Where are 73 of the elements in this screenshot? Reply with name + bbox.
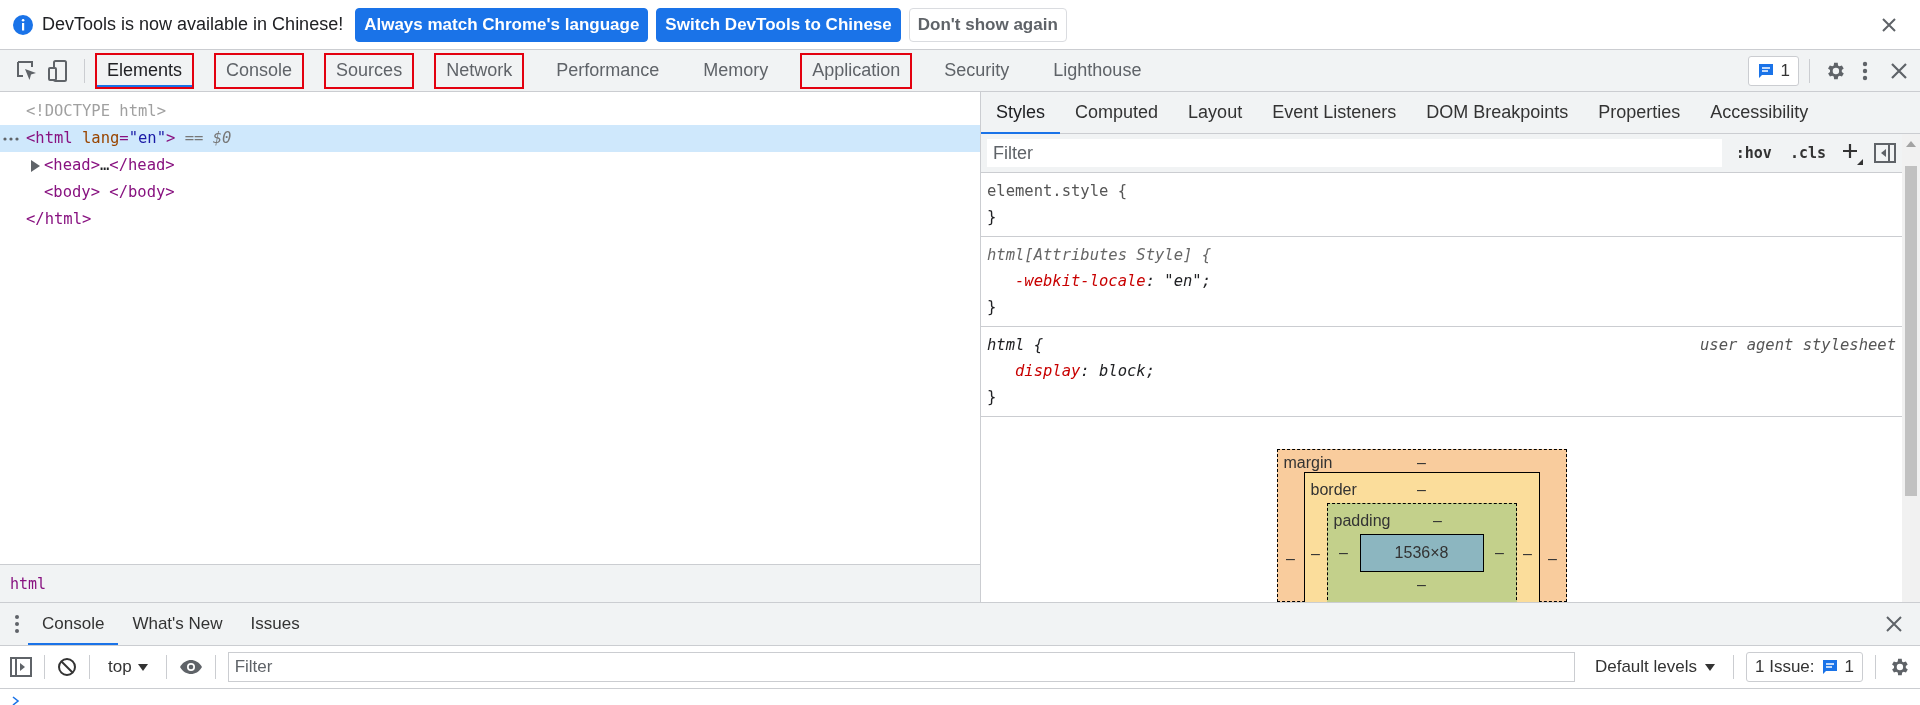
info-icon [12,13,34,36]
styles-toggle-button[interactable]: .cls [1785,144,1830,162]
panel-tab[interactable]: Security [932,52,1022,89]
closing-brace: } [987,208,997,226]
styles-toggle-button[interactable]: :hov [1731,144,1776,162]
closing-brace: } [987,388,997,406]
new-rule-icon[interactable] [1840,141,1864,165]
sidebar-tab[interactable]: Layout [1173,91,1258,134]
sidebar-toggle-icon[interactable] [10,657,32,677]
panel-tab[interactable]: Elements [95,52,195,89]
sidebar-tab[interactable]: Styles [981,91,1061,134]
css-selector: html { [987,335,1043,356]
box-value: – [1523,545,1532,562]
more-options-icon[interactable] [14,614,20,634]
dom-node-line[interactable]: <body> </body> [44,179,175,206]
infobar-button[interactable]: Don't show again [908,7,1067,42]
styles-filter-field[interactable]: Filter [987,139,1722,167]
caret-icon [137,663,148,671]
eye-icon[interactable] [178,659,203,675]
sidebar-toggle-icon[interactable] [1874,143,1896,163]
scrollbar-thumb[interactable] [1905,166,1917,496]
box-value: – [1286,550,1295,567]
box-value: – [1339,544,1348,561]
box-label: padding [1333,512,1392,530]
css-selector: html[Attributes Style] { [987,245,1211,266]
message-icon [1820,658,1839,676]
drawer-tab[interactable]: Console [28,603,119,645]
box-label: margin [1283,454,1334,472]
closing-brace: } [987,298,997,316]
caret-icon [1705,663,1715,671]
sidebar-tab[interactable]: Event Listeners [1257,91,1412,134]
message-icon [1756,61,1775,80]
drawer-tab[interactable]: Issues [236,603,314,645]
prompt-chevron-icon [12,696,20,705]
box-value: – [1311,545,1320,562]
expand-triangle-icon[interactable] [30,159,40,172]
box-label: border [1310,481,1358,499]
sidebar-tab[interactable]: Accessibility [1695,91,1824,134]
panel-tab[interactable]: Performance [544,52,672,89]
breadcrumb-item[interactable]: html [10,574,47,593]
panel-tab[interactable]: Network [434,52,525,89]
issues-button[interactable]: 1 Issue: 1 [1746,652,1863,682]
panel-tab[interactable]: Lighthouse [1041,52,1154,89]
dom-node-line[interactable]: </html> [26,206,92,233]
css-selector: element.style { [987,181,1127,202]
context-selector[interactable]: top [102,656,154,678]
infobar-button[interactable]: Switch DevTools to Chinese [656,7,901,42]
box-value: – [1417,481,1426,498]
box-value: – [1433,512,1442,529]
css-declaration: display: block; [1014,361,1156,382]
sidebar-tab[interactable]: Computed [1060,91,1174,134]
box-value: – [1548,550,1557,567]
content-box: 1536×8 [1359,534,1484,572]
panel-tab[interactable]: Application [800,52,913,89]
sidebar-tab[interactable]: DOM Breakpoints [1411,91,1584,134]
box-value: – [1417,454,1426,471]
drawer-tab[interactable]: What's New [118,603,237,645]
panel-tab[interactable]: Console [214,52,305,89]
stylesheet-origin: user agent stylesheet [1700,335,1896,356]
sidebar-tab[interactable]: Properties [1583,91,1696,134]
panel-tab[interactable]: Sources [324,52,415,89]
infobar-button[interactable]: Always match Chrome's language [355,7,649,42]
issues-button[interactable]: 1 [1747,55,1799,86]
console-filter-field[interactable]: Filter [227,652,1575,682]
log-levels-dropdown[interactable]: Default levels [1588,656,1721,678]
box-value: – [1495,544,1504,561]
box-value: – [1417,576,1426,593]
dom-node-line[interactable]: <head>…</head> [44,152,175,179]
css-declaration: -webkit-locale: "en"; [1014,271,1212,292]
clear-console-icon[interactable] [57,657,77,677]
infobar-message: DevTools is now available in Chinese! [42,14,344,35]
more-dots-icon[interactable] [3,136,19,141]
panel-tab[interactable]: Memory [691,52,781,89]
